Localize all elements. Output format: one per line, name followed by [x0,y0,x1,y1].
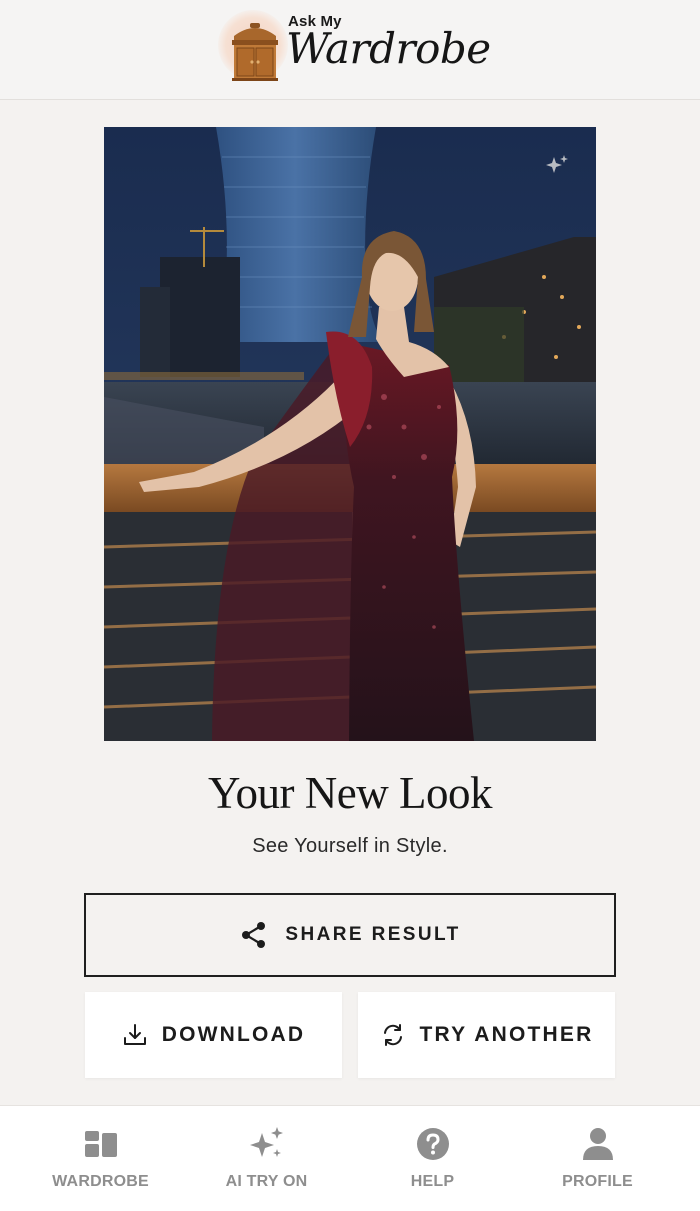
sparkles-icon [249,1127,283,1157]
nav-label-profile: PROFILE [562,1173,633,1190]
logo-text-wardrobe: Wardrobe [286,24,491,73]
wardrobe-logo-icon [232,23,278,81]
try-another-button[interactable]: TRY ANOTHER [358,992,615,1078]
try-another-label: TRY ANOTHER [419,1023,594,1046]
ai-sparkle-icon [546,155,568,173]
download-icon [123,1024,146,1045]
share-result-button[interactable]: SHARE RESULT [84,893,616,977]
nav-label-help: HELP [410,1173,455,1190]
result-title: Your New Look [208,768,492,818]
app-header: Ask My Wardrobe [0,0,700,100]
refresh-icon [383,1024,402,1046]
share-result-label: SHARE RESULT [285,924,461,945]
result-subtitle: See Yourself in Style. [252,835,448,857]
try-on-result-image [104,127,596,741]
app-logo[interactable]: Ask My Wardrobe [218,10,491,84]
nav-item-profile[interactable]: PROFILE [510,1106,685,1211]
wardrobe-icon [84,1131,117,1157]
share-icon [242,922,266,948]
profile-icon [582,1128,613,1160]
nav-label-ai-try-on: AI TRY ON [225,1173,308,1190]
download-label: DOWNLOAD [161,1023,306,1046]
nav-item-help[interactable]: HELP [345,1106,520,1211]
nav-item-wardrobe[interactable]: WARDROBE [13,1106,188,1211]
bottom-navigation: WARDROBE AI TRY ON HELP PROFILE [0,1105,700,1211]
nav-item-ai-try-on[interactable]: AI TRY ON [179,1106,354,1211]
download-button[interactable]: DOWNLOAD [85,992,342,1078]
result-photo-illustration [104,127,596,741]
nav-label-wardrobe: WARDROBE [52,1173,149,1190]
help-icon [416,1128,449,1160]
